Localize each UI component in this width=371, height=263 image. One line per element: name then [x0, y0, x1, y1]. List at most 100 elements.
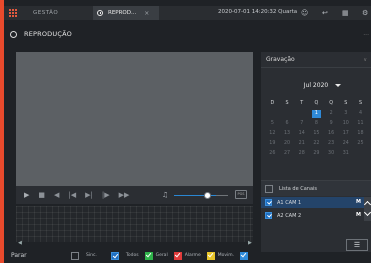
calendar-day[interactable]: 19	[265, 139, 280, 149]
fast-forward-icon[interactable]: ▶▶	[119, 191, 130, 199]
calendar-day[interactable]: 6	[280, 119, 295, 129]
calendar-day[interactable]: 2	[324, 109, 339, 119]
tab-gestao[interactable]: GESTÃO	[33, 10, 93, 16]
calendar-day[interactable]: 18	[353, 129, 368, 139]
page-title: REPRODUÇÃO	[24, 30, 72, 38]
clock-icon	[97, 10, 103, 16]
calendar-day[interactable]: 28	[294, 149, 309, 159]
list-view-button[interactable]: ☰	[346, 239, 368, 251]
recording-type-dropdown[interactable]: Gravação ∨	[261, 52, 371, 68]
calendar-weekday: S	[285, 101, 289, 106]
calendar-day-number: 3	[344, 111, 348, 116]
calendar-day-number: 2	[329, 111, 333, 116]
channel-item[interactable]: A2 CAM 2 M	[261, 210, 371, 221]
channel-mark: M	[356, 199, 361, 205]
calendar-day[interactable]: 30	[324, 149, 339, 159]
grid-menu-icon[interactable]	[9, 8, 19, 18]
calendar-month-selector[interactable]: Jul 2020	[261, 82, 371, 92]
tab-reproducao[interactable]: REPROD... ×	[93, 6, 159, 20]
play-reverse-icon[interactable]: ◀	[54, 191, 59, 199]
play-icon[interactable]: ▶	[24, 191, 29, 199]
calendar-day-number: 13	[283, 131, 291, 136]
more-options-icon[interactable]: ...	[363, 30, 369, 37]
calendar-day[interactable]: 24	[338, 139, 353, 149]
calendar-day[interactable]: 23	[324, 139, 339, 149]
channel-mark: M	[356, 212, 361, 218]
calendar-day[interactable]: 4	[353, 109, 368, 119]
calendar-day[interactable]: 21	[294, 139, 309, 149]
calendar-day[interactable]: 22	[309, 139, 324, 149]
calendar-day[interactable]: 3	[338, 109, 353, 119]
all-checkbox[interactable]	[110, 251, 119, 260]
calendar-day-number: 7	[300, 121, 304, 126]
scroll-down-icon[interactable]	[363, 208, 371, 217]
right-panel: Gravação ∨ Jul 2020 D S T Q Q S S 1 2 3 4 5 6 7 8 9 10 11…	[261, 52, 371, 252]
calendar-day[interactable]: 20	[280, 139, 295, 149]
calendar-day[interactable]: 5	[265, 119, 280, 129]
calendar-day[interactable]: 15	[309, 129, 324, 139]
calendar-day-number: 25	[357, 141, 364, 146]
calendar-day[interactable]: 8	[309, 119, 324, 129]
settings-icon[interactable]: ⚙	[362, 9, 368, 17]
calendar-day[interactable]: 27	[280, 149, 295, 159]
calendar-day-number: 31	[342, 151, 349, 156]
calendar-day[interactable]: 14	[294, 129, 309, 139]
recording-type-label: Gravação	[266, 56, 295, 63]
calendar-day[interactable]: 10	[338, 119, 353, 129]
calendar-day[interactable]: 11	[353, 119, 368, 129]
channel-name: A2 CAM 2	[277, 212, 302, 219]
calendar-weekday-row: DSTQQSS	[265, 99, 369, 109]
timeline-track[interactable]	[16, 206, 253, 242]
calendar-day-selected[interactable]: 1	[309, 109, 324, 119]
next-frame-icon[interactable]: ▶|	[85, 191, 93, 199]
previous-frame-icon[interactable]: |◀	[68, 191, 76, 199]
channel-checkbox[interactable]	[265, 199, 272, 206]
logout-icon[interactable]: ↩	[322, 9, 328, 17]
chevron-down-icon: ∨	[363, 57, 367, 63]
volume-slider-knob[interactable]	[204, 192, 211, 199]
calendar-day[interactable]: 26	[265, 149, 280, 159]
calendar-day[interactable]: 12	[265, 129, 280, 139]
calendar-week-row: 1 2 3 4	[265, 109, 369, 119]
calendar-day[interactable]: 9	[324, 119, 339, 129]
scroll-up-icon[interactable]	[363, 200, 371, 209]
general-color-checkbox[interactable]	[144, 251, 153, 260]
calendar-day[interactable]: 13	[280, 129, 295, 139]
video-viewport[interactable]	[16, 52, 253, 186]
next-icon[interactable]: |▶	[102, 191, 110, 199]
user-icon[interactable]: ☺	[301, 9, 308, 17]
channel-checkbox[interactable]	[265, 212, 272, 219]
channel-list-label: Lista de Canais	[279, 185, 318, 192]
timeline-scroll-right-icon[interactable]: ▶	[248, 240, 252, 246]
layout-grid-icon[interactable]: ▦	[342, 9, 349, 17]
stop-button[interactable]: Parar	[11, 252, 71, 259]
alarm-color-checkbox[interactable]	[173, 251, 182, 260]
channel-item[interactable]: A1 CAM 1 M	[261, 197, 371, 208]
calendar-day[interactable]: 25	[353, 139, 368, 149]
channel-list-header: Lista de Canais	[261, 180, 371, 196]
alarm-label: Alarme	[184, 253, 201, 258]
timeline-scroll-left-icon[interactable]: ◀	[18, 240, 22, 246]
calendar-week-row: 26 27 28 29 30 31	[265, 149, 369, 159]
channel-list-scrollbar[interactable]	[363, 197, 371, 221]
calendar-day[interactable]: 17	[338, 129, 353, 139]
all-label: Todos	[125, 253, 139, 258]
calendar-day[interactable]: 29	[309, 149, 324, 159]
volume-icon[interactable]: ♫	[162, 191, 168, 199]
sync-checkbox[interactable]	[71, 251, 79, 260]
motion-color-checkbox[interactable]	[206, 251, 215, 260]
calendar-weekday: Q	[329, 101, 333, 106]
calendar-day-number: 30	[328, 151, 335, 156]
calendar-day[interactable]: 31	[338, 149, 353, 159]
calendar-day-number: 24	[342, 141, 349, 146]
calendar-grid: D S T Q Q S S 1 2 3 4 5 6 7 8 9 10 11 12 13 14 15 16 17 18 19 20 21…	[265, 99, 369, 159]
calendar-day[interactable]: 16	[324, 129, 339, 139]
caret-down-icon	[335, 84, 341, 87]
extra-color-checkbox[interactable]	[240, 251, 249, 260]
select-all-channels-checkbox[interactable]	[265, 184, 273, 193]
calendar-day-number: 16	[328, 131, 335, 136]
tab-close-icon[interactable]: ×	[144, 10, 149, 17]
calendar-day[interactable]: 7	[294, 119, 309, 129]
pgs-button[interactable]: PGS	[235, 190, 247, 199]
stop-icon[interactable]: ■	[38, 191, 45, 199]
